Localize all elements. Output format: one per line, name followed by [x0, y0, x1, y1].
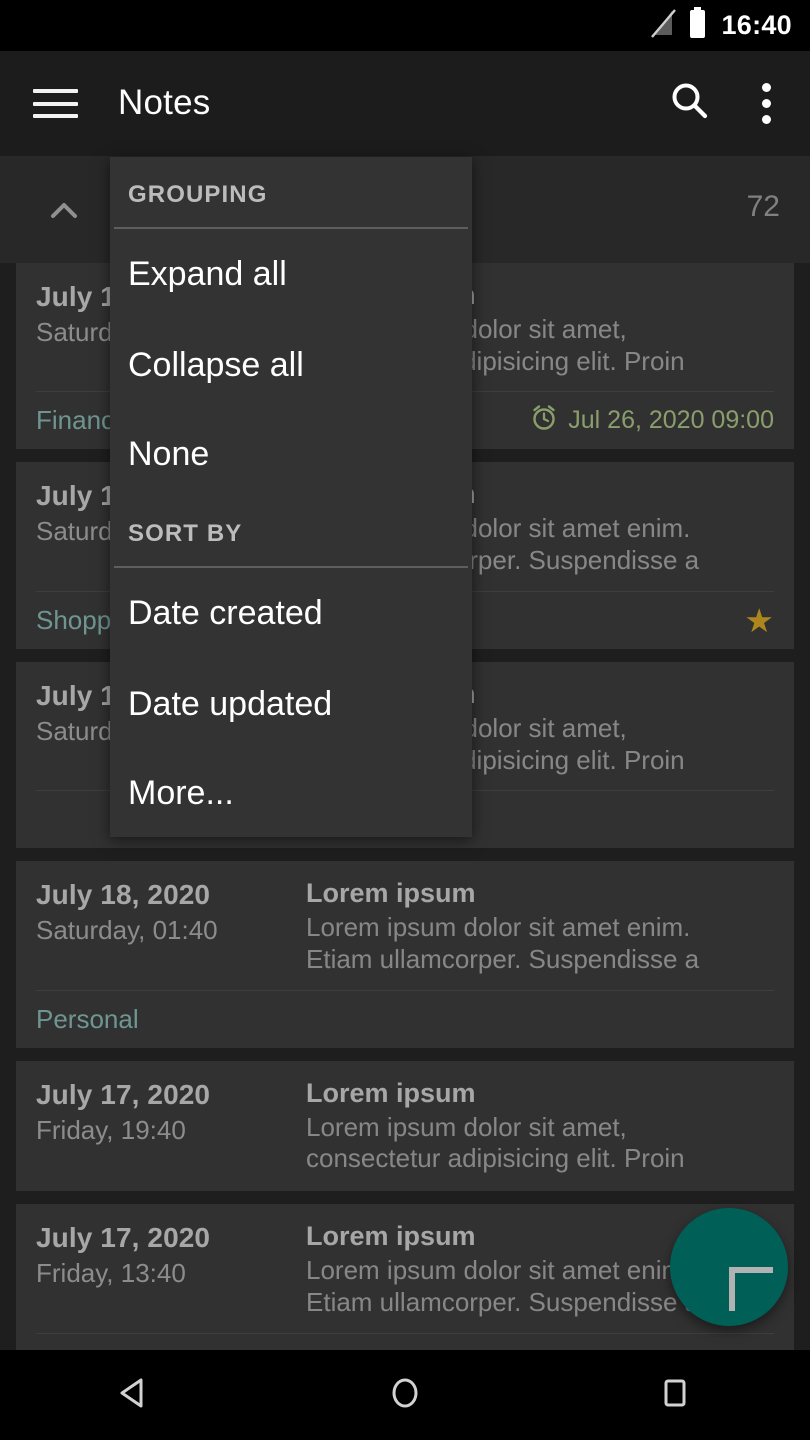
- back-triangle-icon: [115, 1373, 155, 1418]
- nav-back-button[interactable]: [75, 1350, 195, 1440]
- hamburger-menu-icon[interactable]: [33, 89, 78, 118]
- status-bar-icons: [650, 7, 707, 44]
- overflow-menu-button[interactable]: [730, 51, 802, 156]
- search-button[interactable]: [654, 51, 726, 156]
- menu-item-more[interactable]: More...: [110, 750, 472, 835]
- grouping-sort-popup-menu[interactable]: GROUPING Expand all Collapse all None SO…: [110, 157, 472, 837]
- overflow-menu-icon: [761, 83, 771, 124]
- system-navigation-bar: [0, 1350, 810, 1440]
- nav-recents-button[interactable]: [615, 1350, 735, 1440]
- battery-full-icon: [688, 7, 707, 44]
- menu-item-date-updated[interactable]: Date updated: [110, 659, 472, 750]
- menu-item-date-created[interactable]: Date created: [110, 568, 472, 659]
- signal-off-icon: [650, 8, 677, 43]
- menu-item-none[interactable]: None: [110, 411, 472, 496]
- status-bar: 16:40: [0, 0, 810, 51]
- app-screen: 16:40 Notes 72 July Saturday, dolor sit …: [0, 0, 810, 1440]
- menu-item-expand-all[interactable]: Expand all: [110, 229, 472, 320]
- search-icon: [669, 80, 711, 127]
- menu-item-collapse-all[interactable]: Collapse all: [110, 320, 472, 411]
- home-circle-icon: [385, 1373, 425, 1418]
- page-title[interactable]: Notes: [118, 83, 210, 123]
- status-bar-clock: 16:40: [721, 10, 792, 40]
- app-toolbar: Notes: [0, 51, 810, 193]
- nav-home-button[interactable]: [345, 1350, 465, 1440]
- recents-square-icon: [655, 1373, 695, 1418]
- menu-section-grouping-label: GROUPING: [128, 181, 268, 208]
- menu-section-sort-by-label: SORT BY: [128, 520, 243, 547]
